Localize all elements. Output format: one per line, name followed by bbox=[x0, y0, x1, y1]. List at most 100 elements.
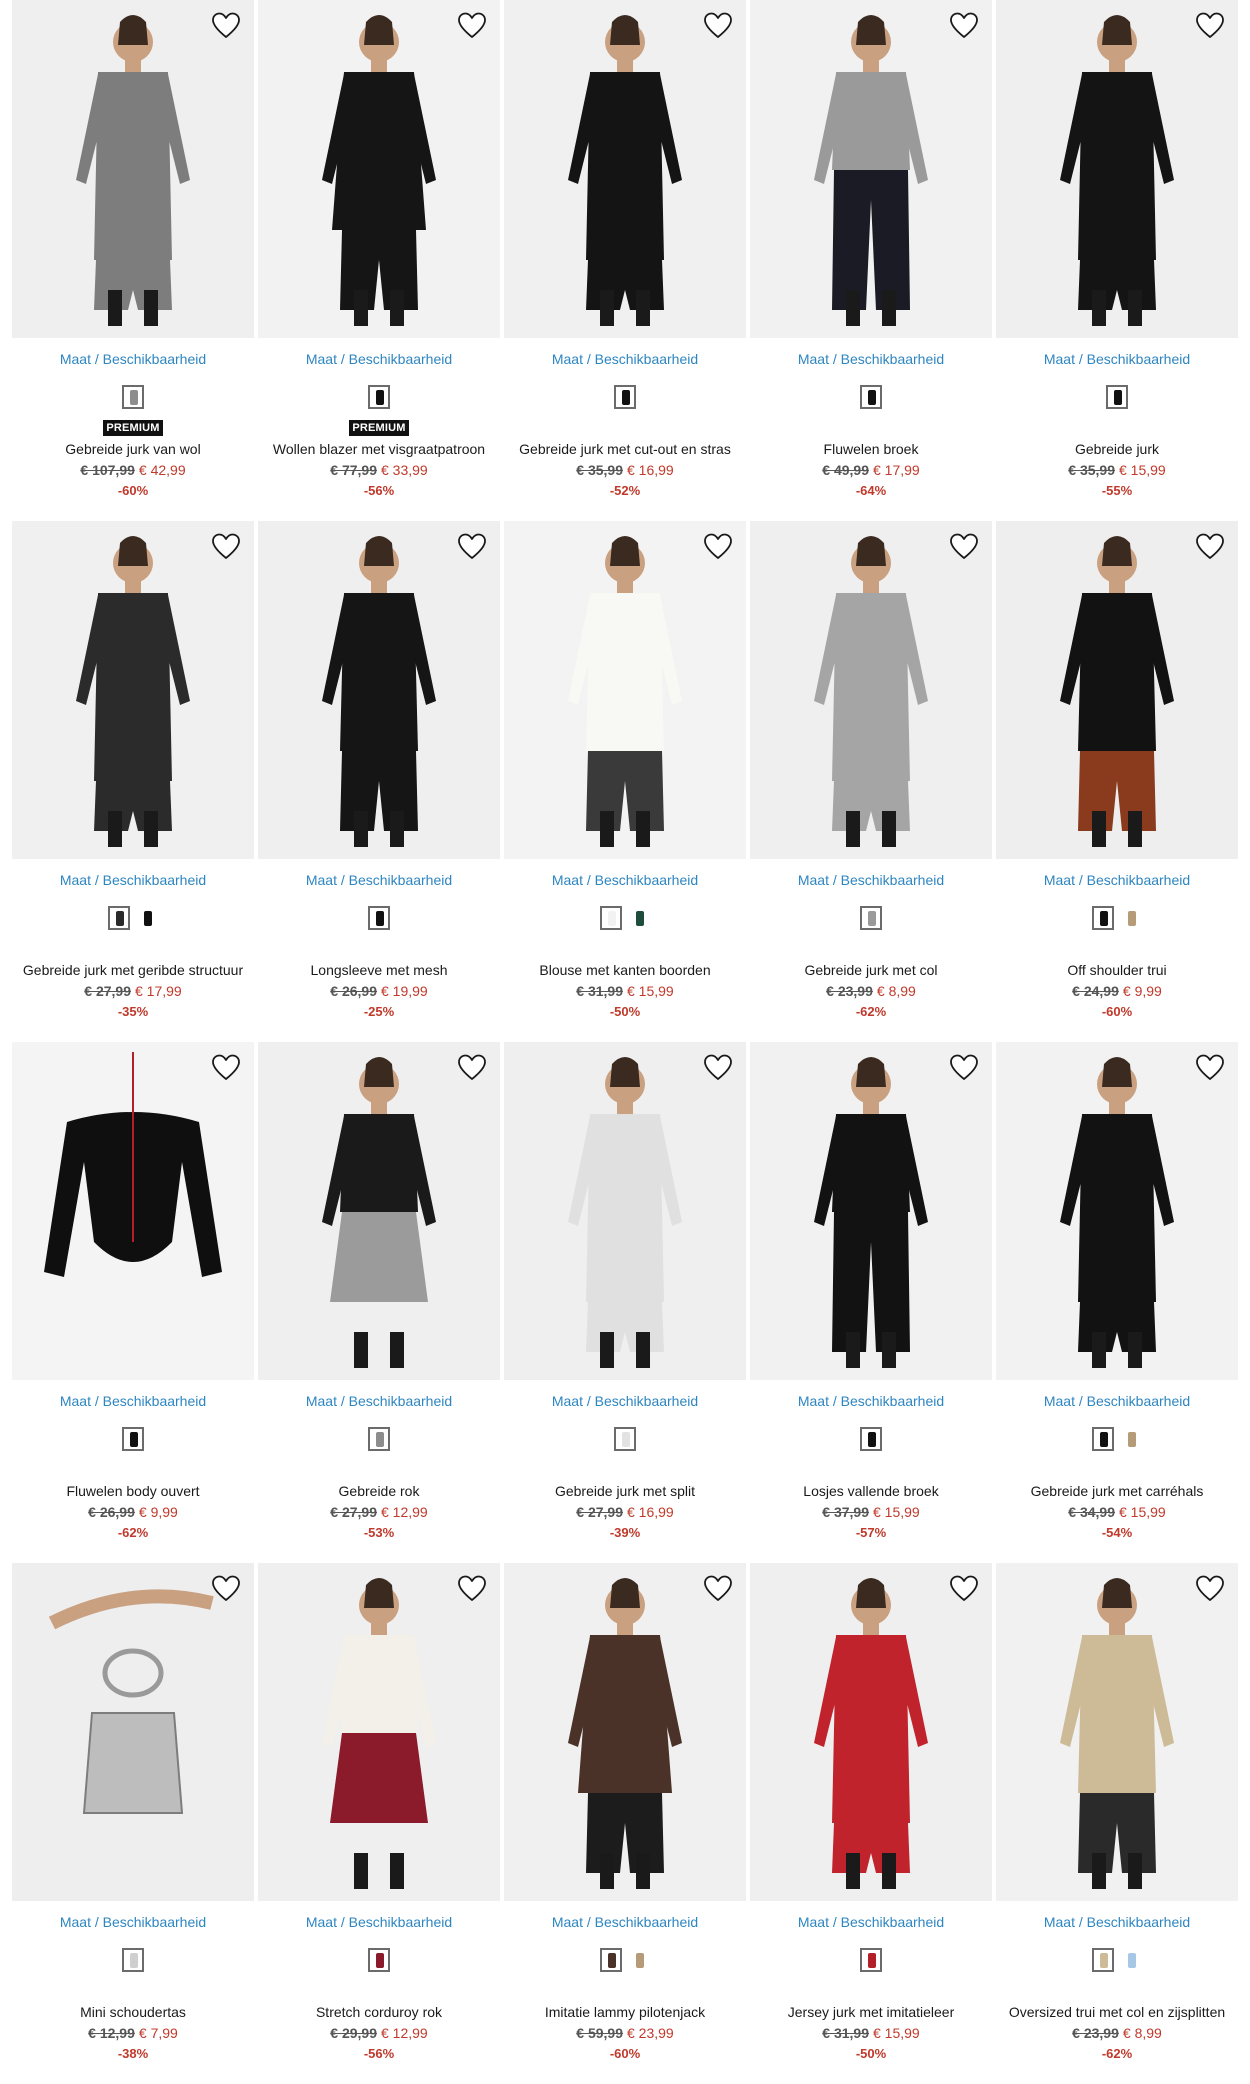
product-name[interactable]: Jersey jurk met imitatieleer bbox=[750, 2003, 992, 2021]
color-swatch[interactable] bbox=[628, 906, 650, 930]
wishlist-heart-icon[interactable] bbox=[1194, 531, 1226, 563]
wishlist-heart-icon[interactable] bbox=[456, 10, 488, 42]
product-card[interactable]: Maat / Beschikbaarheid Gebreide jurk € 3… bbox=[996, 0, 1238, 521]
product-card[interactable]: Maat / Beschikbaarheid PREMIUM Gebreide … bbox=[12, 0, 254, 521]
product-card[interactable]: Maat / Beschikbaarheid Fluwelen body ouv… bbox=[12, 1042, 254, 1563]
size-availability-link[interactable]: Maat / Beschikbaarheid bbox=[12, 1913, 254, 1931]
wishlist-heart-icon[interactable] bbox=[456, 1573, 488, 1605]
color-swatch[interactable] bbox=[1120, 906, 1142, 930]
color-swatch[interactable] bbox=[860, 1427, 882, 1451]
wishlist-heart-icon[interactable] bbox=[702, 10, 734, 42]
product-name[interactable]: Gebreide jurk bbox=[996, 440, 1238, 458]
color-swatch[interactable] bbox=[614, 385, 636, 409]
product-image[interactable] bbox=[504, 521, 746, 859]
wishlist-heart-icon[interactable] bbox=[210, 531, 242, 563]
product-card[interactable]: Maat / Beschikbaarheid Mini schoudertas … bbox=[12, 1563, 254, 2084]
size-availability-link[interactable]: Maat / Beschikbaarheid bbox=[750, 1392, 992, 1410]
product-image[interactable] bbox=[258, 1563, 500, 1901]
wishlist-heart-icon[interactable] bbox=[702, 1052, 734, 1084]
size-availability-link[interactable]: Maat / Beschikbaarheid bbox=[996, 871, 1238, 889]
product-image[interactable] bbox=[12, 1042, 254, 1380]
product-image[interactable] bbox=[12, 521, 254, 859]
product-card[interactable]: Maat / Beschikbaarheid PREMIUM Wollen bl… bbox=[258, 0, 500, 521]
product-name[interactable]: Stretch corduroy rok bbox=[258, 2003, 500, 2021]
product-card[interactable]: Maat / Beschikbaarheid Losjes vallende b… bbox=[750, 1042, 992, 1563]
color-swatch[interactable] bbox=[122, 1427, 144, 1451]
wishlist-heart-icon[interactable] bbox=[1194, 1573, 1226, 1605]
wishlist-heart-icon[interactable] bbox=[210, 1052, 242, 1084]
product-card[interactable]: Maat / Beschikbaarheid Off shoulder trui… bbox=[996, 521, 1238, 1042]
wishlist-heart-icon[interactable] bbox=[210, 10, 242, 42]
product-card[interactable]: Maat / Beschikbaarheid Blouse met kanten… bbox=[504, 521, 746, 1042]
product-image[interactable] bbox=[504, 0, 746, 338]
product-image[interactable] bbox=[996, 1563, 1238, 1901]
product-name[interactable]: Mini schoudertas bbox=[12, 2003, 254, 2021]
size-availability-link[interactable]: Maat / Beschikbaarheid bbox=[504, 871, 746, 889]
color-swatch[interactable] bbox=[1120, 1427, 1142, 1451]
color-swatch[interactable] bbox=[1120, 1948, 1142, 1972]
wishlist-heart-icon[interactable] bbox=[210, 1573, 242, 1605]
wishlist-heart-icon[interactable] bbox=[1194, 1052, 1226, 1084]
wishlist-heart-icon[interactable] bbox=[456, 1052, 488, 1084]
size-availability-link[interactable]: Maat / Beschikbaarheid bbox=[750, 871, 992, 889]
size-availability-link[interactable]: Maat / Beschikbaarheid bbox=[258, 1392, 500, 1410]
product-card[interactable]: Maat / Beschikbaarheid Gebreide jurk met… bbox=[750, 521, 992, 1042]
product-image[interactable] bbox=[12, 0, 254, 338]
product-card[interactable]: Maat / Beschikbaarheid Fluwelen broek € … bbox=[750, 0, 992, 521]
color-swatch[interactable] bbox=[600, 906, 622, 930]
color-swatch[interactable] bbox=[1092, 1948, 1114, 1972]
product-name[interactable]: Losjes vallende broek bbox=[750, 1482, 992, 1500]
product-image[interactable] bbox=[504, 1042, 746, 1380]
color-swatch[interactable] bbox=[614, 1427, 636, 1451]
wishlist-heart-icon[interactable] bbox=[702, 1573, 734, 1605]
product-image[interactable] bbox=[996, 0, 1238, 338]
product-card[interactable]: Maat / Beschikbaarheid Gebreide jurk met… bbox=[504, 1042, 746, 1563]
product-name[interactable]: Imitatie lammy pilotenjack bbox=[504, 2003, 746, 2021]
wishlist-heart-icon[interactable] bbox=[948, 531, 980, 563]
color-swatch[interactable] bbox=[628, 1948, 650, 1972]
wishlist-heart-icon[interactable] bbox=[948, 1052, 980, 1084]
size-availability-link[interactable]: Maat / Beschikbaarheid bbox=[996, 1392, 1238, 1410]
color-swatch[interactable] bbox=[860, 906, 882, 930]
size-availability-link[interactable]: Maat / Beschikbaarheid bbox=[996, 350, 1238, 368]
product-image[interactable] bbox=[258, 521, 500, 859]
product-name[interactable]: Fluwelen body ouvert bbox=[12, 1482, 254, 1500]
product-name[interactable]: Gebreide jurk met col bbox=[750, 961, 992, 979]
product-name[interactable]: Gebreide jurk met carréhals bbox=[996, 1482, 1238, 1500]
color-swatch[interactable] bbox=[368, 1948, 390, 1972]
size-availability-link[interactable]: Maat / Beschikbaarheid bbox=[12, 871, 254, 889]
size-availability-link[interactable]: Maat / Beschikbaarheid bbox=[12, 350, 254, 368]
product-image[interactable] bbox=[750, 0, 992, 338]
color-swatch[interactable] bbox=[136, 906, 158, 930]
product-image[interactable] bbox=[258, 0, 500, 338]
color-swatch[interactable] bbox=[860, 1948, 882, 1972]
product-name[interactable]: Gebreide jurk met geribde structuur bbox=[12, 961, 254, 979]
product-name[interactable]: Gebreide jurk met split bbox=[504, 1482, 746, 1500]
size-availability-link[interactable]: Maat / Beschikbaarheid bbox=[12, 1392, 254, 1410]
product-image[interactable] bbox=[12, 1563, 254, 1901]
product-card[interactable]: Maat / Beschikbaarheid Gebreide jurk met… bbox=[12, 521, 254, 1042]
product-name[interactable]: Gebreide rok bbox=[258, 1482, 500, 1500]
product-card[interactable]: Maat / Beschikbaarheid Gebreide jurk met… bbox=[996, 1042, 1238, 1563]
product-card[interactable]: Maat / Beschikbaarheid Oversized trui me… bbox=[996, 1563, 1238, 2084]
color-swatch[interactable] bbox=[368, 385, 390, 409]
wishlist-heart-icon[interactable] bbox=[948, 10, 980, 42]
product-name[interactable]: Gebreide jurk met cut-out en stras bbox=[504, 440, 746, 458]
product-image[interactable] bbox=[750, 1563, 992, 1901]
product-card[interactable]: Maat / Beschikbaarheid Gebreide rok € 27… bbox=[258, 1042, 500, 1563]
color-swatch[interactable] bbox=[600, 1948, 622, 1972]
product-image[interactable] bbox=[750, 521, 992, 859]
product-card[interactable]: Maat / Beschikbaarheid Longsleeve met me… bbox=[258, 521, 500, 1042]
product-name[interactable]: Blouse met kanten boorden bbox=[504, 961, 746, 979]
product-card[interactable]: Maat / Beschikbaarheid Imitatie lammy pi… bbox=[504, 1563, 746, 2084]
color-swatch[interactable] bbox=[122, 385, 144, 409]
size-availability-link[interactable]: Maat / Beschikbaarheid bbox=[258, 871, 500, 889]
product-image[interactable] bbox=[750, 1042, 992, 1380]
product-image[interactable] bbox=[504, 1563, 746, 1901]
wishlist-heart-icon[interactable] bbox=[456, 531, 488, 563]
product-name[interactable]: Gebreide jurk van wol bbox=[12, 440, 254, 458]
product-card[interactable]: Maat / Beschikbaarheid Stretch corduroy … bbox=[258, 1563, 500, 2084]
product-card[interactable]: Maat / Beschikbaarheid Jersey jurk met i… bbox=[750, 1563, 992, 2084]
product-image[interactable] bbox=[996, 1042, 1238, 1380]
wishlist-heart-icon[interactable] bbox=[948, 1573, 980, 1605]
